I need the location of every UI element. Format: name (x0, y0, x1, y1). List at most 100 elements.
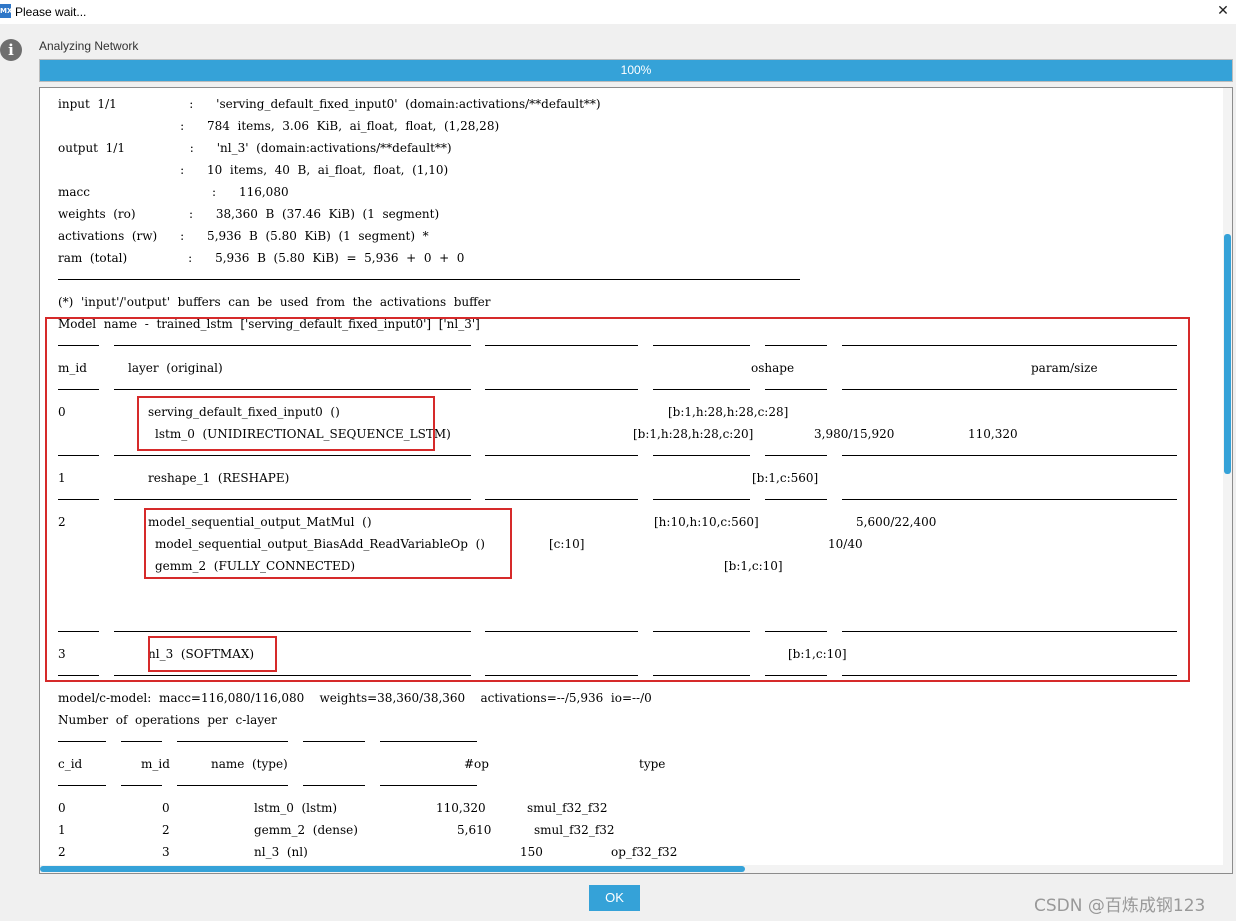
summary-line: activations (rw) : 5,936 B (5.80 KiB) (1… (58, 229, 429, 243)
dash-rule (177, 785, 288, 786)
layer-param: 10/40 (828, 537, 863, 551)
layer-oshape: [b:1,c:10] (788, 647, 847, 661)
dash-rule (58, 675, 99, 676)
dash-rule (765, 631, 827, 632)
dash-rule (842, 345, 1177, 346)
col-header-oshape: oshape (751, 361, 795, 375)
dash-rule (842, 455, 1177, 456)
dash-rule (653, 345, 750, 346)
summary-line: : 10 items, 40 B, ai_float, float, (1,10… (58, 163, 449, 177)
table-row-id: 0 (58, 405, 66, 419)
summary-line: ram (total) : 5,936 B (5.80 KiB) = 5,936… (58, 251, 465, 265)
info-icon: i (0, 39, 22, 61)
clayer-m-id: 0 (162, 801, 170, 815)
dash-rule (114, 675, 471, 676)
dash-rule (303, 741, 365, 742)
dash-rule (765, 345, 827, 346)
dash-rule (653, 499, 750, 500)
clayer-name: gemm_2 (dense) (254, 823, 358, 837)
clayer-m-id: 2 (162, 823, 170, 837)
layer-name: lstm_0 (UNIDIRECTIONAL_SEQUENCE_LSTM) (155, 427, 451, 441)
dash-rule (653, 455, 750, 456)
horizontal-scrollbar[interactable] (40, 865, 1223, 873)
dash-rule (842, 389, 1177, 390)
layer-name: serving_default_fixed_input0 () (148, 405, 340, 419)
clayer-type: smul_f32_f32 (534, 823, 615, 837)
dash-rule (842, 499, 1177, 500)
layer-param: 5,600/22,400 (856, 515, 937, 529)
dash-rule (58, 785, 106, 786)
dash-rule (485, 675, 638, 676)
dash-rule (380, 785, 477, 786)
close-button[interactable]: ✕ (1214, 2, 1232, 20)
clayer-op: 5,610 (457, 823, 492, 837)
dash-rule (114, 499, 471, 500)
dash-rule (58, 389, 99, 390)
col-header-name: name (type) (211, 757, 288, 771)
dash-rule (653, 675, 750, 676)
cmodel-title: Number of operations per c-layer (58, 713, 277, 727)
col-header-m-id: m_id (141, 757, 170, 771)
dash-rule (114, 631, 471, 632)
title-bar: MX Please wait... ✕ (0, 0, 1236, 24)
dash-rule (121, 741, 162, 742)
clayer-type: op_f32_f32 (611, 845, 678, 859)
layer-name: model_sequential_output_MatMul () (148, 515, 372, 529)
dash-rule (380, 741, 477, 742)
dash-rule (485, 389, 638, 390)
ok-button[interactable]: OK (589, 885, 640, 911)
dash-rule (765, 389, 827, 390)
col-header-op: #op (464, 757, 489, 771)
clayer-c-id: 0 (58, 801, 66, 815)
clayer-name: nl_3 (nl) (254, 845, 308, 859)
dash-rule (121, 785, 162, 786)
progress-text: 100% (620, 63, 652, 77)
separator (58, 279, 800, 280)
col-header-type: type (639, 757, 666, 771)
dash-rule (842, 675, 1177, 676)
dash-rule (653, 389, 750, 390)
vertical-scrollbar[interactable] (1223, 88, 1232, 873)
dash-rule (485, 499, 638, 500)
dash-rule (114, 389, 471, 390)
vertical-scroll-thumb[interactable] (1224, 234, 1231, 474)
dash-rule (58, 345, 99, 346)
dash-rule (653, 631, 750, 632)
col-header-param: param/size (1031, 361, 1098, 375)
watermark: CSDN @百炼成钢123 (1034, 896, 1206, 916)
horizontal-scroll-thumb[interactable] (40, 866, 745, 872)
layer-param-extra: 110,320 (968, 427, 1018, 441)
layer-name: nl_3 (SOFTMAX) (148, 647, 255, 661)
summary-line: output 1/1 : 'nl_3' (domain:activations/… (58, 141, 452, 155)
clayer-name: lstm_0 (lstm) (254, 801, 338, 815)
clayer-m-id: 3 (162, 845, 170, 859)
summary-line: macc : 116,080 (58, 185, 289, 199)
layer-name: model_sequential_output_BiasAdd_ReadVari… (155, 537, 485, 551)
layer-param: 3,980/15,920 (814, 427, 895, 441)
clayer-type: smul_f32_f32 (527, 801, 608, 815)
table-row-id: 1 (58, 471, 66, 485)
window-title: Please wait... (15, 5, 87, 19)
clayer-op: 150 (520, 845, 543, 859)
status-label: Analyzing Network (39, 39, 139, 53)
summary-line: : 784 items, 3.06 KiB, ai_float, float, … (58, 119, 500, 133)
dash-rule (485, 345, 638, 346)
dash-rule (58, 631, 99, 632)
cmodel-summary: model/c-model: macc=116,080/116,080 weig… (58, 691, 652, 705)
layer-oshape: [b:1,h:28,h:28,c:28] (668, 405, 789, 419)
col-header-c-id: c_id (58, 757, 83, 771)
layer-oshape: [h:10,h:10,c:560] (654, 515, 759, 529)
layer-oshape: [c:10] (549, 537, 585, 551)
report-console[interactable]: input 1/1 : 'serving_default_fixed_input… (39, 87, 1233, 874)
dash-rule (58, 499, 99, 500)
progress-bar: 100% (39, 59, 1233, 82)
table-row-id: 2 (58, 515, 66, 529)
buffer-note: (*) 'input'/'output' buffers can be used… (58, 295, 491, 309)
summary-line: weights (ro) : 38,360 B (37.46 KiB) (1 s… (58, 207, 440, 221)
dash-rule (177, 741, 288, 742)
summary-line: input 1/1 : 'serving_default_fixed_input… (58, 97, 601, 111)
clayer-c-id: 2 (58, 845, 66, 859)
layer-oshape: [b:1,h:28,h:28,c:20] (633, 427, 754, 441)
dash-rule (58, 455, 99, 456)
dash-rule (485, 631, 638, 632)
